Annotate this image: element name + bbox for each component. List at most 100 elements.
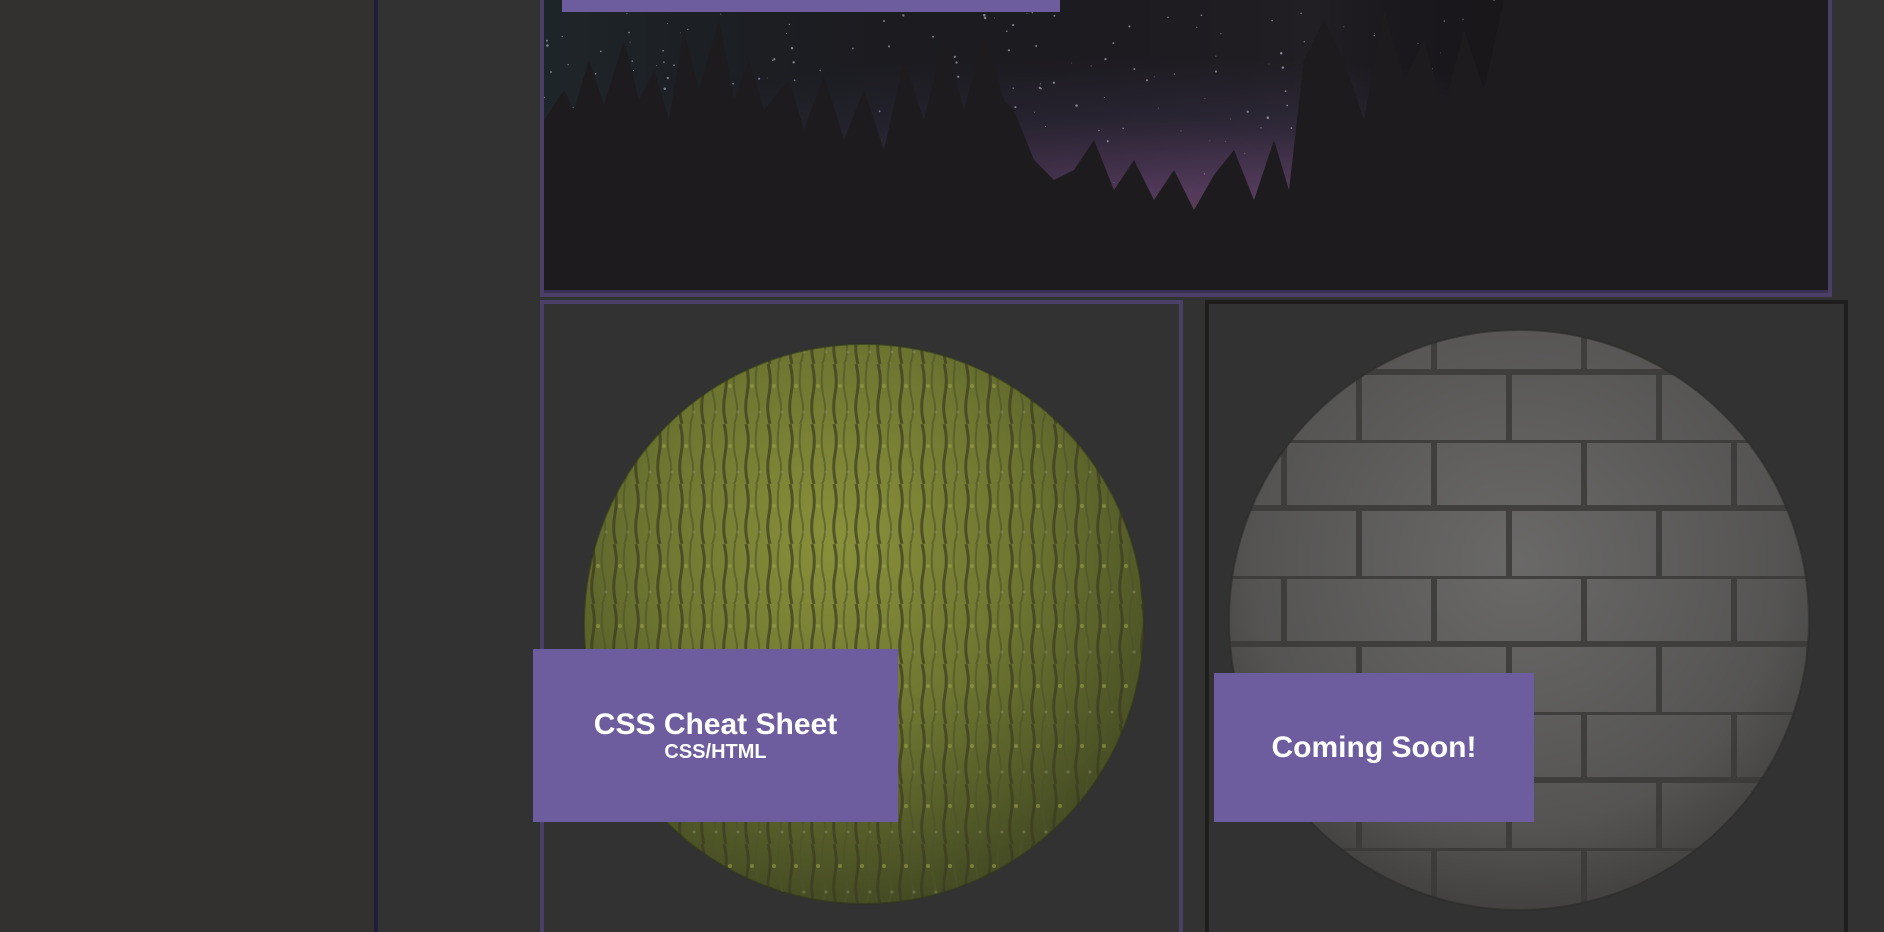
star	[993, 17, 995, 19]
star	[1373, 34, 1375, 37]
star	[1173, 73, 1176, 75]
star	[567, 63, 569, 66]
hero-tab	[562, 0, 1060, 12]
star	[1268, 63, 1270, 65]
star	[1039, 83, 1041, 85]
star	[1244, 152, 1246, 154]
star	[1104, 57, 1107, 61]
css-cheat-sheet-label[interactable]: CSS Cheat Sheet CSS/HTML	[533, 649, 898, 822]
card-title: CSS Cheat Sheet	[593, 707, 838, 741]
star	[1014, 106, 1017, 109]
star	[758, 77, 761, 80]
star	[629, 41, 631, 43]
stone-brick-sphere-image	[1228, 329, 1810, 911]
star	[1215, 55, 1217, 57]
star	[1053, 14, 1056, 17]
star	[1011, 23, 1015, 27]
star	[790, 46, 794, 50]
star	[1031, 12, 1034, 14]
night-sky-forest-image	[544, 0, 1828, 290]
sidebar	[0, 0, 374, 932]
star	[732, 82, 734, 85]
star	[1439, 52, 1441, 54]
star	[546, 44, 549, 47]
star	[1007, 49, 1010, 52]
star	[1133, 68, 1136, 70]
coming-soon-label[interactable]: Coming Soon!	[1214, 673, 1534, 822]
card-subtitle: CSS/HTML	[664, 740, 767, 763]
star	[1005, 30, 1008, 33]
card-coming-soon[interactable]	[1205, 300, 1848, 932]
star	[792, 61, 795, 64]
star	[628, 31, 630, 34]
star	[1106, 140, 1109, 143]
star	[793, 79, 796, 82]
star	[878, 110, 881, 113]
star	[1098, 129, 1100, 132]
sidebar-divider	[374, 0, 378, 932]
star	[1112, 42, 1115, 45]
star	[882, 19, 886, 23]
star	[1209, 140, 1211, 142]
star	[632, 70, 634, 71]
star	[1343, 26, 1345, 28]
star	[1153, 76, 1155, 78]
star	[1279, 52, 1283, 55]
star	[953, 55, 956, 59]
star	[1044, 125, 1046, 128]
star	[1203, 173, 1205, 175]
star	[773, 58, 776, 61]
star	[626, 13, 628, 15]
star	[687, 28, 689, 31]
star	[545, 39, 548, 42]
star	[1300, 12, 1302, 15]
star	[631, 60, 634, 62]
star	[1225, 140, 1227, 142]
star	[663, 87, 667, 91]
star	[932, 35, 934, 38]
star	[1012, 87, 1014, 89]
star	[1230, 118, 1232, 120]
star	[680, 32, 681, 34]
star	[1286, 104, 1289, 107]
star	[983, 16, 987, 20]
star	[1071, 62, 1073, 64]
star	[1033, 111, 1035, 113]
moss-bark-sphere-image	[583, 343, 1145, 905]
star	[957, 75, 960, 78]
star	[594, 72, 597, 75]
star	[1090, 65, 1092, 67]
star	[1281, 66, 1285, 69]
star	[1157, 107, 1159, 109]
star	[1035, 45, 1038, 47]
star	[1204, 97, 1206, 99]
star	[1303, 41, 1306, 43]
star	[1271, 19, 1273, 22]
star	[1026, 12, 1028, 14]
star	[1266, 116, 1270, 119]
star	[550, 71, 552, 73]
star	[720, 13, 722, 15]
star	[983, 13, 986, 17]
star	[955, 61, 958, 64]
star	[1284, 90, 1287, 93]
star	[1374, 33, 1376, 35]
star	[1417, 42, 1419, 44]
hero-banner	[540, 0, 1832, 297]
star	[1260, 127, 1262, 129]
star	[1180, 130, 1182, 132]
card-css-cheat-sheet[interactable]	[540, 300, 1183, 932]
star	[1443, 20, 1445, 22]
star	[1103, 96, 1105, 99]
star	[1113, 182, 1115, 184]
star	[819, 69, 821, 72]
star	[667, 22, 669, 25]
star	[887, 45, 891, 48]
star	[1290, 127, 1293, 129]
card-title: Coming Soon!	[1271, 730, 1477, 764]
star	[1128, 25, 1131, 28]
star	[1220, 33, 1222, 35]
star	[772, 59, 774, 62]
star	[1196, 26, 1198, 28]
star	[666, 76, 670, 80]
